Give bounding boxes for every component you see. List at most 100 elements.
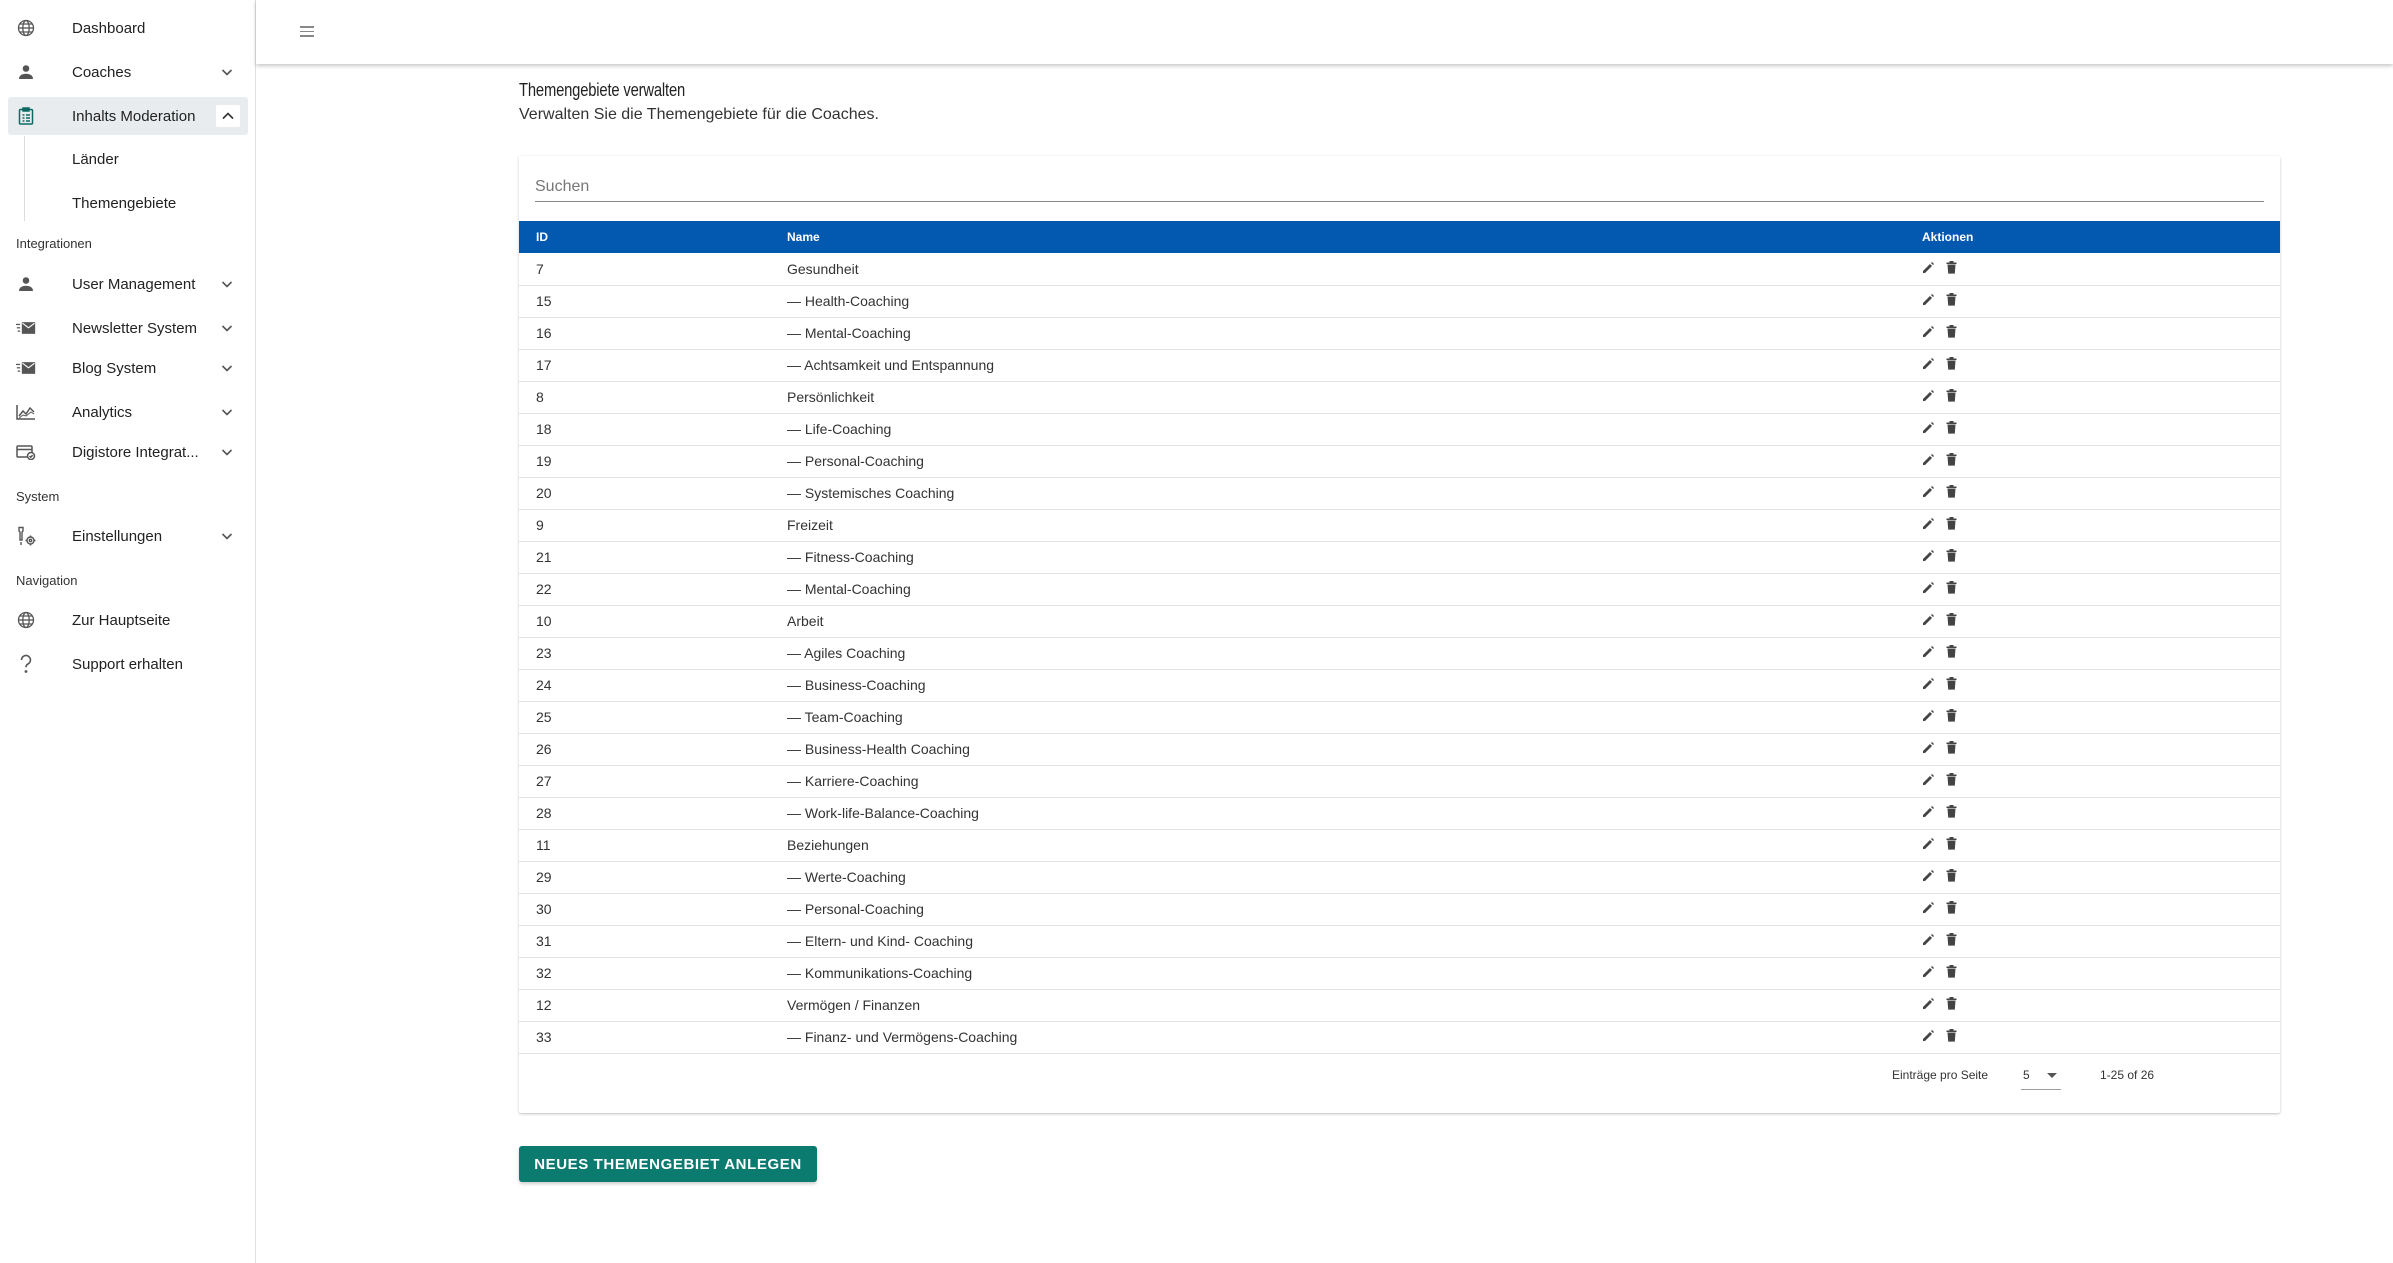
- table-row: 7 Gesundheit: [519, 253, 2280, 286]
- delete-icon[interactable]: [1946, 645, 1960, 659]
- nav-laender[interactable]: Länder: [72, 151, 119, 168]
- nav-digistore[interactable]: Digistore Integrat...: [8, 433, 248, 471]
- edit-icon[interactable]: [1922, 357, 1936, 371]
- delete-icon[interactable]: [1946, 485, 1960, 499]
- cell-id: 22: [519, 573, 787, 606]
- nav-einstellungen[interactable]: Einstellungen: [8, 517, 248, 555]
- cell-actions: [1922, 637, 2280, 670]
- edit-icon[interactable]: [1922, 869, 1936, 883]
- cell-actions: [1922, 893, 2280, 926]
- edit-icon[interactable]: [1922, 901, 1936, 915]
- table-row: 17— Achtsamkeit und Entspannung: [519, 349, 2280, 382]
- delete-icon[interactable]: [1946, 837, 1960, 851]
- edit-icon[interactable]: [1922, 1029, 1936, 1043]
- edit-icon[interactable]: [1922, 741, 1936, 755]
- edit-icon[interactable]: [1922, 805, 1936, 819]
- delete-icon[interactable]: [1946, 933, 1960, 947]
- table-row: 18— Life-Coaching: [519, 413, 2280, 446]
- menu-icon[interactable]: [300, 26, 314, 38]
- delete-icon[interactable]: [1946, 517, 1960, 531]
- delete-icon[interactable]: [1946, 293, 1960, 307]
- nav-user-management[interactable]: User Management: [8, 265, 248, 303]
- nav-newsletter-system[interactable]: Newsletter System: [8, 309, 248, 347]
- delete-icon[interactable]: [1946, 549, 1960, 563]
- nav-themengebiete[interactable]: Themengebiete: [72, 195, 176, 212]
- delete-icon[interactable]: [1946, 869, 1960, 883]
- edit-icon[interactable]: [1922, 613, 1936, 627]
- nav-support[interactable]: Support erhalten: [8, 645, 248, 683]
- edit-icon[interactable]: [1922, 773, 1936, 787]
- delete-icon[interactable]: [1946, 453, 1960, 467]
- chevron-down-icon: [220, 65, 234, 79]
- delete-icon[interactable]: [1946, 581, 1960, 595]
- nav-analytics[interactable]: Analytics: [8, 393, 248, 431]
- delete-icon[interactable]: [1946, 965, 1960, 979]
- edit-icon[interactable]: [1922, 325, 1936, 339]
- edit-icon[interactable]: [1922, 293, 1936, 307]
- search-input[interactable]: [535, 174, 2264, 200]
- chevron-down-icon: [220, 529, 234, 543]
- delete-icon[interactable]: [1946, 325, 1960, 339]
- nav-coaches[interactable]: Coaches: [8, 53, 248, 91]
- nav-blog-system[interactable]: Blog System: [8, 349, 248, 387]
- delete-icon[interactable]: [1946, 997, 1960, 1011]
- column-header-id[interactable]: ID: [519, 221, 787, 253]
- edit-icon[interactable]: [1922, 581, 1936, 595]
- create-themengebiet-button[interactable]: NEUES THEMENGEBIET ANLEGEN: [519, 1146, 817, 1182]
- edit-icon[interactable]: [1922, 261, 1936, 275]
- delete-icon[interactable]: [1946, 389, 1960, 403]
- cell-name: Persönlichkeit: [787, 381, 1922, 414]
- cell-id: 27: [519, 765, 787, 798]
- delete-icon[interactable]: [1946, 709, 1960, 723]
- table-footer: Einträge pro Seite 5 1-25 of 26: [519, 1046, 2280, 1113]
- edit-icon[interactable]: [1922, 837, 1936, 851]
- edit-icon[interactable]: [1922, 645, 1936, 659]
- nav-zur-hauptseite[interactable]: Zur Hauptseite: [8, 601, 248, 639]
- edit-icon[interactable]: [1922, 389, 1936, 403]
- edit-icon[interactable]: [1922, 485, 1936, 499]
- edit-icon[interactable]: [1922, 933, 1936, 947]
- edit-icon[interactable]: [1922, 997, 1936, 1011]
- table-row: 12 Vermögen / Finanzen: [519, 989, 2280, 1022]
- delete-icon[interactable]: [1946, 260, 1960, 275]
- nav-inhalts-moderation-label: Inhalts Moderation: [72, 107, 196, 125]
- cell-name: Arbeit: [787, 605, 1922, 638]
- clipboard-icon: [16, 106, 36, 126]
- nav-inhalts-moderation[interactable]: Inhalts Moderation: [8, 97, 248, 135]
- chevron-up-icon[interactable]: [216, 105, 240, 127]
- per-page-label: Einträge pro Seite: [1892, 1068, 1989, 1082]
- edit-icon[interactable]: [1922, 517, 1936, 531]
- edit-icon[interactable]: [1922, 549, 1936, 563]
- cell-id: 11: [519, 829, 787, 862]
- nav-digistore-label: Digistore Integrat...: [72, 443, 199, 461]
- delete-icon[interactable]: [1946, 741, 1960, 755]
- nav-dashboard[interactable]: Dashboard: [8, 9, 248, 47]
- cell-actions: [1922, 381, 2280, 414]
- cell-name: — Systemisches Coaching: [787, 477, 1922, 510]
- edit-icon[interactable]: [1922, 453, 1936, 467]
- edit-icon[interactable]: [1922, 965, 1936, 979]
- edit-icon[interactable]: [1922, 677, 1936, 691]
- delete-icon[interactable]: [1946, 805, 1960, 819]
- delete-icon[interactable]: [1946, 901, 1960, 915]
- column-header-name[interactable]: Name: [787, 221, 1922, 253]
- table-row: 30— Personal-Coaching: [519, 893, 2280, 926]
- cell-name: — Personal-Coaching: [787, 893, 1922, 926]
- top-app-bar: [256, 0, 2393, 64]
- delete-icon[interactable]: [1946, 421, 1960, 435]
- delete-icon[interactable]: [1946, 357, 1960, 371]
- edit-icon[interactable]: [1922, 421, 1936, 435]
- delete-icon[interactable]: [1946, 773, 1960, 787]
- nav-zur-hauptseite-label: Zur Hauptseite: [72, 611, 171, 629]
- cell-name: — Health-Coaching: [787, 285, 1922, 318]
- person-icon: [16, 274, 36, 294]
- per-page-select[interactable]: 5: [2021, 1060, 2061, 1090]
- delete-icon[interactable]: [1946, 613, 1960, 627]
- cell-actions: [1922, 989, 2280, 1022]
- edit-icon[interactable]: [1922, 709, 1936, 723]
- nav-user-management-label: User Management: [72, 275, 196, 293]
- cell-actions: [1922, 509, 2280, 542]
- cell-actions: [1922, 925, 2280, 958]
- delete-icon[interactable]: [1946, 677, 1960, 691]
- delete-icon[interactable]: [1946, 1029, 1960, 1043]
